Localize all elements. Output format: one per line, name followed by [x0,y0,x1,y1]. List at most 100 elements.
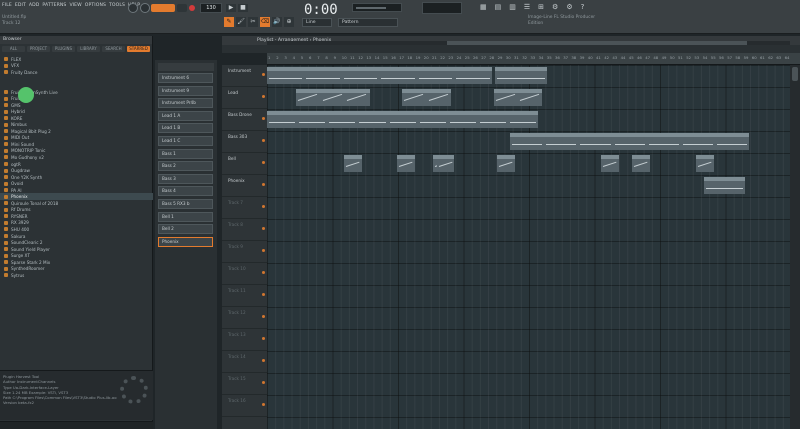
track-mute-led[interactable] [262,117,265,120]
track-header[interactable]: Track 15 [222,373,267,395]
track-header[interactable]: Track 12 [222,307,267,329]
piano-roll-icon[interactable]: ▤ [495,3,502,11]
track-mute-led[interactable] [262,227,265,230]
slice-tool-icon[interactable]: ✂ [248,17,258,27]
playlist-clip[interactable]: Lead 1 [345,89,370,106]
playlist-clip[interactable]: Instrument Pr4b [495,67,548,84]
track-mute-led[interactable] [262,315,265,318]
picker-item[interactable]: Instrument Pr4b [158,98,213,109]
timeline-ruler[interactable]: 1 2 3 4 5 6 7 8 9 10 11 12 13 14 15 16 17 18 19 20 21 22 23 24 2… [267,53,800,65]
track-header[interactable]: Instrument [222,65,267,87]
browser-search-input[interactable] [0,421,153,429]
playlist-clip[interactable]: Bass 1 [327,111,358,128]
zoom-in-icon[interactable]: ⊕ [284,17,294,27]
playlist-clip[interactable]: Lead 1 [493,89,518,106]
playlist-clip[interactable]: Instrument 9 [454,67,492,84]
browser-tab-plugins[interactable]: PLUGINS [52,46,75,52]
playlist-clip[interactable]: Phoenix [703,177,745,194]
channel-rack-icon[interactable]: ▥ [509,3,516,11]
track-mute-led[interactable] [262,139,265,142]
playlist-clip[interactable]: Bass 1 [508,111,539,128]
playlist-clip[interactable]: Bell 1 [695,155,714,172]
browser-icon[interactable]: ⊞ [538,3,544,11]
playlist-vertical-scrollbar[interactable] [790,65,800,429]
track-header[interactable]: Bass 303 [222,131,267,153]
track-mute-led[interactable] [262,359,265,362]
paint-tool-icon[interactable]: 🖌 [236,17,246,27]
playlist-clip[interactable]: Bell 1 [496,155,515,172]
delete-tool-icon[interactable]: ⌫ [260,17,270,27]
picker-item[interactable]: Bell 1 [158,211,213,222]
pattern-mode-button[interactable] [151,4,175,12]
playlist-clip[interactable]: Bass 1 [267,111,298,128]
play-button[interactable]: ▶ [226,4,236,12]
browser-tab-project[interactable]: PROJECT [27,46,50,52]
picker-item[interactable]: Lead 1 B [158,123,213,134]
playlist-horizontal-scrollbar[interactable] [267,41,790,45]
track-header[interactable]: Track 9 [222,241,267,263]
playlist-clip[interactable]: Bass 1 [357,111,388,128]
playlist-clip[interactable]: Lead 1 [402,89,427,106]
playlist-clip[interactable]: Instrument 6 [341,67,380,84]
playlist-clip[interactable]: Bass 5 RX3 b [715,133,750,150]
playlist-clip[interactable]: Bass 1 [297,111,328,128]
playlist-clip[interactable]: Bass 5 RX3 b [646,133,681,150]
browser-tab-search[interactable]: SEARCH [102,46,125,52]
playlist-clip[interactable]: Instrument 9 [304,67,342,84]
track-header[interactable]: Lead [222,87,267,109]
snap-dropdown[interactable]: Line [302,18,332,27]
tempo-display[interactable]: 130 [200,3,222,13]
playlist-clip[interactable]: Instrument 6 [416,67,455,84]
menu-view[interactable]: VIEW [69,3,81,8]
track-mute-led[interactable] [262,73,265,76]
playlist-clip[interactable]: Bass 1 [447,111,479,128]
track-header[interactable]: Bell [222,153,267,175]
track-header[interactable]: Track 14 [222,351,267,373]
song-mode-button[interactable] [177,4,187,12]
browser-tab-starred[interactable]: STARRED [127,46,150,52]
playlist-clip[interactable]: Instrument 9 [379,67,417,84]
picker-item[interactable]: Bell 2 [158,224,213,235]
plugin-database-icon[interactable]: ⚙ [552,3,558,11]
picker-item[interactable]: Phoenix [158,236,213,247]
stop-button[interactable]: ■ [238,4,248,12]
playlist-clip[interactable]: Bass 1 [417,111,448,128]
track-mute-led[interactable] [262,293,265,296]
track-mute-led[interactable] [262,403,265,406]
record-button[interactable] [189,5,195,11]
playlist-clip[interactable]: Lead 1 [320,89,346,106]
playlist-clip[interactable]: Lead 1 [296,89,321,106]
draw-tool-icon[interactable]: ✎ [224,17,234,27]
master-volume-knob[interactable] [128,3,138,13]
picker-item[interactable]: Bass 4 [158,186,213,197]
playlist-clip[interactable]: Instrument 6 [267,67,305,84]
settings-icon[interactable]: ⚙ [566,3,572,11]
menu-tools[interactable]: TOOLS [109,3,125,8]
picker-item[interactable]: Bass 1 [158,148,213,159]
playlist-clip[interactable]: Bass 5 RX3 b [544,133,579,150]
picker-item[interactable]: Bass 3 [158,173,213,184]
playlist-clip[interactable]: Bass 5 RX3 b [681,133,716,150]
playlist-clip[interactable]: Bell 1 [632,155,651,172]
picker-item[interactable]: Bass 5 RX3 b [158,199,213,209]
track-header[interactable]: Track 16 [222,395,267,417]
track-header[interactable]: Track 7 [222,197,267,219]
track-header[interactable]: Track 8 [222,219,267,241]
playlist-clip[interactable]: Lead 1 [518,89,543,106]
picker-item[interactable]: Lead 1 C [158,136,213,146]
menu-options[interactable]: OPTIONS [85,3,106,8]
track-mute-led[interactable] [262,95,265,98]
track-header[interactable]: Track 10 [222,263,267,285]
playlist-clip[interactable]: Bass 1 [478,111,509,128]
menu-edit[interactable]: EDIT [15,3,26,8]
playlist-clip[interactable]: Bell 1 [397,155,416,172]
menu-add[interactable]: ADD [29,3,40,8]
track-mute-led[interactable] [262,337,265,340]
playlist-clip[interactable]: Bell 1 [601,155,620,172]
track-header[interactable]: Track 13 [222,329,267,351]
picker-item[interactable]: Bass 2 [158,161,213,172]
playlist-icon[interactable]: ▦ [480,3,487,11]
track-mute-led[interactable] [262,161,265,164]
playlist-clip[interactable]: Bass 5 RX3 b [509,133,545,150]
picker-item[interactable]: Instrument 9 [158,85,213,96]
